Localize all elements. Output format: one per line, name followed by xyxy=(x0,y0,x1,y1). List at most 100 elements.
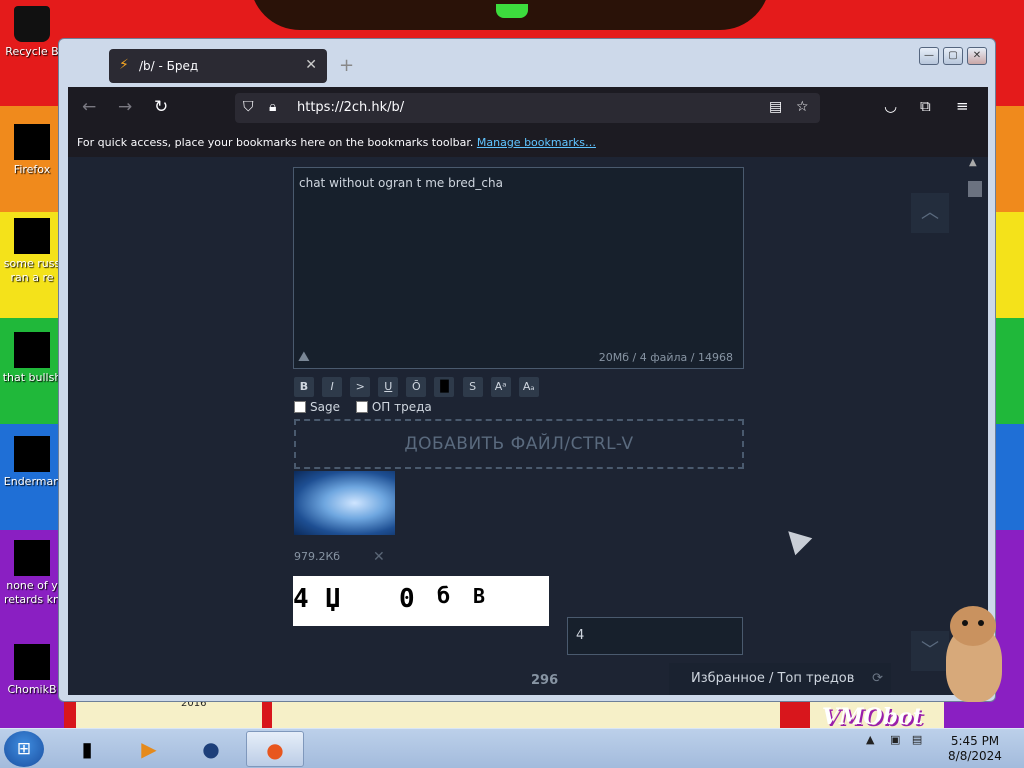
strike-button[interactable]: S xyxy=(462,377,483,397)
op-checkbox[interactable] xyxy=(355,401,368,413)
post-counter: 296 xyxy=(531,673,559,688)
menu-icon[interactable]: ≡ xyxy=(956,97,969,115)
captcha-char: 0 xyxy=(399,584,415,614)
wallpaper-stripe xyxy=(780,700,810,728)
bookmarks-hint: For quick access, place your bookmarks h… xyxy=(77,136,596,149)
mountain-icon: ⛰ xyxy=(298,349,310,365)
scroll-top-button[interactable]: ︿ xyxy=(911,193,949,233)
message-textarea[interactable]: chat without ogran t me bred_cha ⛰ 20Мб … xyxy=(293,167,744,369)
lock-icon[interactable]: 🔒︎ xyxy=(269,99,276,115)
app-icon xyxy=(14,436,50,472)
close-tab-icon[interactable]: ✕ xyxy=(305,57,317,73)
sage-label: Sage xyxy=(310,400,340,414)
reader-view-icon[interactable]: ▤ xyxy=(769,99,782,115)
network-icon[interactable]: ▤ xyxy=(912,733,922,746)
desktop-icon-firefox[interactable]: Firefox xyxy=(0,124,64,177)
desktop-icon-file[interactable]: some russ ran a re xyxy=(0,218,64,285)
folder-icon xyxy=(14,332,50,368)
firefox-icon xyxy=(14,124,50,160)
scroll-up-arrow-icon[interactable]: ▲ xyxy=(969,157,977,168)
desktop-icon-label: Firefox xyxy=(13,163,51,176)
desktop-icon-label: retards kn xyxy=(4,593,60,606)
maximize-button[interactable]: ▢ xyxy=(943,47,963,65)
extensions-icon[interactable]: ⧉ xyxy=(920,97,931,115)
sage-checkbox[interactable] xyxy=(294,401,306,413)
bookmark-star-icon[interactable]: ☆ xyxy=(796,99,809,115)
captcha-image: 4 Џ 0 б B xyxy=(293,576,549,626)
op-option[interactable]: ОП треда xyxy=(355,400,432,414)
desktop-icon-label: Enderman xyxy=(3,475,61,488)
pocket-icon[interactable]: ◡ xyxy=(884,97,897,115)
wallpaper-stripe xyxy=(64,700,76,728)
desktop-icon-enderman[interactable]: Enderman xyxy=(0,436,64,489)
desktop-icon-folder[interactable]: that bullsh xyxy=(0,332,64,385)
shield-icon[interactable]: ⛉ xyxy=(243,99,254,115)
close-window-button[interactable]: ✕ xyxy=(967,47,987,65)
start-button[interactable]: ⊞ xyxy=(4,731,44,767)
taskbar-app-browser[interactable]: ● xyxy=(182,731,240,767)
desktop-icon-label: that bullsh xyxy=(2,371,62,384)
new-tab-icon[interactable]: + xyxy=(339,55,354,76)
spoiler-button[interactable]: █ xyxy=(434,377,455,397)
remove-file-icon[interactable]: ✕ xyxy=(373,549,385,565)
terminal-icon: ▮ xyxy=(81,737,93,761)
desktop-icon-recycle-bin[interactable]: Recycle B xyxy=(0,6,64,59)
desktop-icon-label: some russ xyxy=(3,257,61,270)
system-clock[interactable]: 5:45 PM 8/8/2024 xyxy=(944,734,1006,764)
file-size: 979.2Кб xyxy=(294,550,341,563)
firefox-icon: ● xyxy=(266,738,284,762)
browser-tab[interactable]: ⚡ /b/ - Бред ✕ xyxy=(109,49,327,83)
favorites-label[interactable]: Избранное / Топ тредов xyxy=(691,671,854,686)
chevron-up-icon: ︿ xyxy=(921,202,939,223)
sage-option[interactable]: Sage xyxy=(294,400,340,414)
minimize-button[interactable]: — xyxy=(919,47,939,65)
bold-button[interactable]: B xyxy=(294,377,314,397)
url-bar[interactable]: ⛉ 🔒︎ https://2ch.hk/b/ ▤ ☆ xyxy=(235,93,820,123)
system-tray: ▲ ▣ ▤ xyxy=(866,733,922,746)
captcha-char: б xyxy=(437,584,451,609)
desktop-icon-app[interactable]: none of y retards kn xyxy=(0,540,64,607)
monitor-icon[interactable]: ▣ xyxy=(890,733,900,746)
recycle-bin-icon xyxy=(14,6,50,42)
hamster-sticker xyxy=(940,606,1006,702)
bookmarks-toolbar: For quick access, place your bookmarks h… xyxy=(68,131,988,157)
wallpaper-text: VMObot xyxy=(822,704,923,730)
desktop-icon-label: none of y xyxy=(6,579,58,592)
navigation-toolbar: ← → ↻ ⛉ 🔒︎ https://2ch.hk/b/ ▤ ☆ ◡ ⧉ ≡ F… xyxy=(68,87,988,157)
tray-expand-icon[interactable]: ▲ xyxy=(866,733,874,746)
italic-button[interactable]: I xyxy=(322,377,343,397)
captcha-input[interactable]: 4 xyxy=(567,617,743,655)
format-toolbar: B I > U Ō █ S Aᵃ Aₐ xyxy=(294,375,542,397)
taskbar-app-terminal[interactable]: ▮ xyxy=(58,731,116,767)
taskbar-app-media-player[interactable]: ▶ xyxy=(120,731,178,767)
file-dropzone[interactable]: ДОБАВИТЬ ФАЙЛ/CTRL-V xyxy=(294,419,744,469)
refresh-icon[interactable]: ⟳ xyxy=(872,671,883,686)
clock-time: 5:45 PM xyxy=(950,734,1000,748)
clock-date: 8/8/2024 xyxy=(948,749,1002,763)
quote-button[interactable]: > xyxy=(350,377,371,397)
message-limits: 20Мб / 4 файла / 14968 xyxy=(598,351,733,364)
tab-title: /b/ - Бред xyxy=(139,59,199,73)
favorites-bar[interactable]: Избранное / Топ тредов ⟳ xyxy=(669,663,891,695)
overline-button[interactable]: Ō xyxy=(406,377,427,397)
url-text[interactable]: https://2ch.hk/b/ xyxy=(297,100,404,115)
page-content: ▲ chat without ogran t me bred_cha ⛰ 20М… xyxy=(68,157,988,695)
title-bar: ⚡ /b/ - Бред ✕ + — ▢ ✕ xyxy=(59,39,995,87)
forward-icon[interactable]: → xyxy=(118,97,132,117)
desktop-icon-chomik[interactable]: ChomikB xyxy=(0,644,64,697)
underline-button[interactable]: U xyxy=(378,377,399,397)
subscript-button[interactable]: Aₐ xyxy=(518,377,539,397)
superscript-button[interactable]: Aᵃ xyxy=(490,377,511,397)
taskbar: ⊞ ▮ ▶ ● ● ▲ ▣ ▤ 5:45 PM 8/8/2024 xyxy=(0,728,1024,768)
globe-icon: ● xyxy=(202,737,220,761)
taskbar-app-firefox[interactable]: ● xyxy=(246,731,304,767)
chevron-down-icon: ﹀ xyxy=(921,640,939,661)
attached-image-thumbnail[interactable] xyxy=(294,471,395,535)
scrollbar-thumb[interactable] xyxy=(968,181,982,197)
manage-bookmarks-link[interactable]: Manage bookmarks… xyxy=(477,136,596,149)
message-text: chat without ogran t me bred_cha xyxy=(299,176,503,190)
file-icon xyxy=(14,218,50,254)
back-icon[interactable]: ← xyxy=(82,97,96,117)
reload-icon[interactable]: ↻ xyxy=(154,97,168,117)
captcha-char: 4 xyxy=(293,584,309,614)
